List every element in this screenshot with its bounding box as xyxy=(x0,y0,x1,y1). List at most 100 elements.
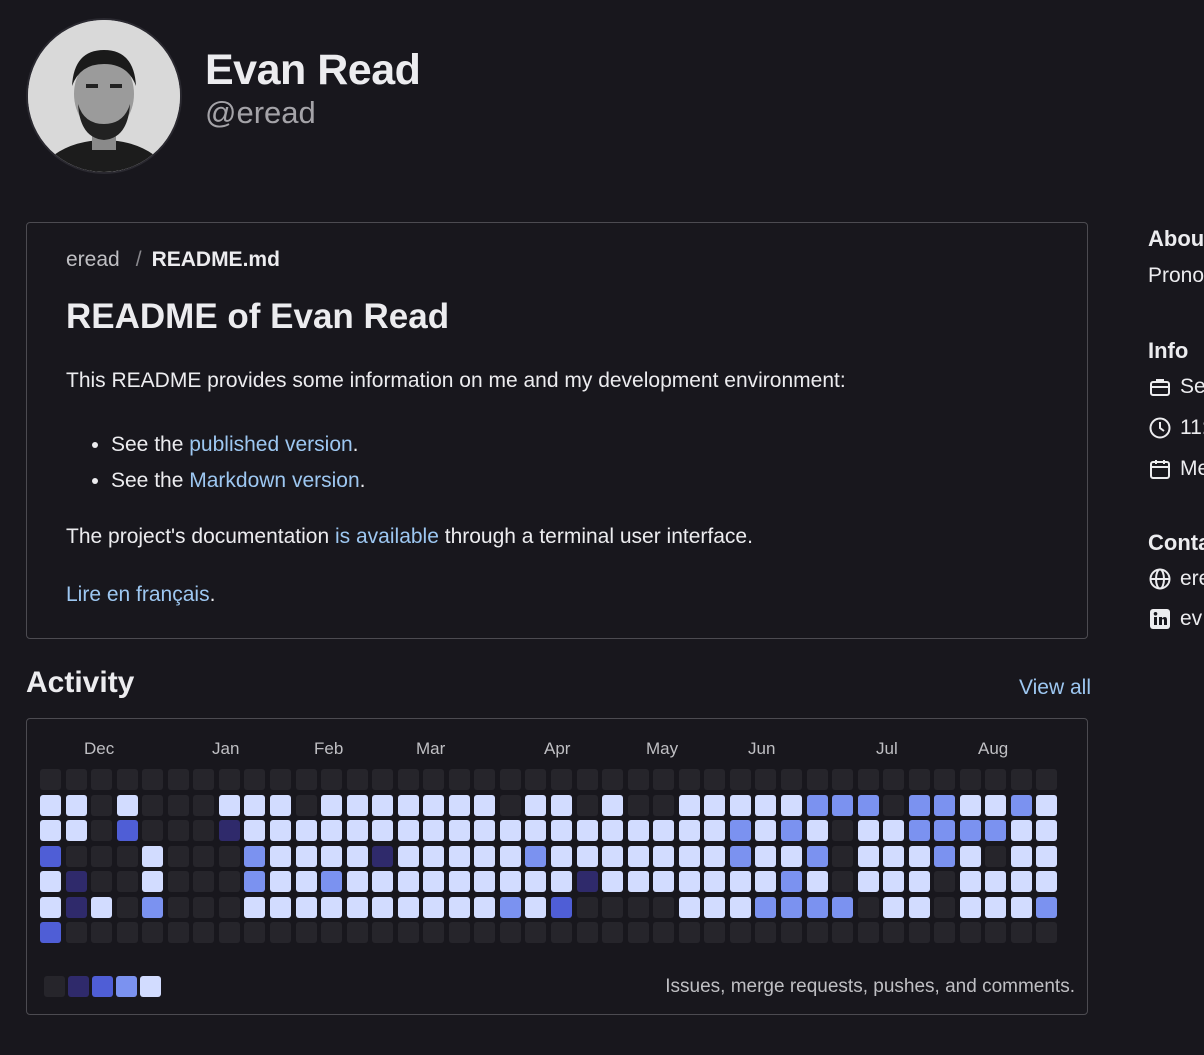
contribution-cell[interactable] xyxy=(832,769,854,790)
contribution-cell[interactable] xyxy=(985,845,1007,867)
contribution-cell[interactable] xyxy=(448,922,470,944)
contribution-cell[interactable] xyxy=(653,769,675,790)
contribution-cell[interactable] xyxy=(218,845,240,867)
contribution-cell[interactable] xyxy=(295,871,317,893)
contribution-cell[interactable] xyxy=(729,871,751,893)
contribution-cell[interactable] xyxy=(908,896,930,918)
contribution-cell[interactable] xyxy=(755,871,777,893)
contribution-cell[interactable] xyxy=(551,820,572,842)
contribution-cell[interactable] xyxy=(908,820,930,842)
contribution-cell[interactable] xyxy=(704,871,726,893)
contribution-cell[interactable] xyxy=(448,769,470,790)
contribution-cell[interactable] xyxy=(167,845,189,867)
contribution-cell[interactable] xyxy=(934,922,956,944)
contribution-cell[interactable] xyxy=(499,845,521,867)
contribution-cell[interactable] xyxy=(780,794,802,816)
contribution-cell[interactable] xyxy=(985,922,1007,944)
contribution-cell[interactable] xyxy=(806,769,828,790)
contribution-cell[interactable] xyxy=(167,769,189,790)
contribution-cell[interactable] xyxy=(193,820,215,842)
contribution-cell[interactable] xyxy=(832,871,854,893)
contribution-cell[interactable] xyxy=(474,871,496,893)
contribution-cell[interactable] xyxy=(755,922,777,944)
contribution-cell[interactable] xyxy=(142,896,164,918)
contribution-cell[interactable] xyxy=(91,845,113,867)
contribution-cell[interactable] xyxy=(372,871,394,893)
contribution-cell[interactable] xyxy=(729,769,751,790)
contribution-cell[interactable] xyxy=(678,769,700,790)
contribution-cell[interactable] xyxy=(551,871,572,893)
contribution-cell[interactable] xyxy=(1036,794,1058,816)
contribution-cell[interactable] xyxy=(806,845,828,867)
contribution-cell[interactable] xyxy=(653,845,675,867)
contribution-cell[interactable] xyxy=(346,794,368,816)
contribution-cell[interactable] xyxy=(525,896,547,918)
contribution-cell[interactable] xyxy=(576,794,598,816)
contribution-cell[interactable] xyxy=(142,871,164,893)
contribution-cell[interactable] xyxy=(934,896,956,918)
contribution-cell[interactable] xyxy=(474,845,496,867)
contribution-cell[interactable] xyxy=(959,845,981,867)
contribution-cell[interactable] xyxy=(474,896,496,918)
markdown-version-link[interactable]: Markdown version xyxy=(189,469,359,492)
contribution-cell[interactable] xyxy=(321,871,343,893)
contribution-cell[interactable] xyxy=(167,794,189,816)
contribution-cell[interactable] xyxy=(65,820,87,842)
contribution-cell[interactable] xyxy=(142,794,164,816)
contribution-cell[interactable] xyxy=(193,794,215,816)
contribution-cell[interactable] xyxy=(959,794,981,816)
contribution-cell[interactable] xyxy=(116,845,138,867)
contribution-cell[interactable] xyxy=(755,845,777,867)
contribution-cell[interactable] xyxy=(193,896,215,918)
contribution-cell[interactable] xyxy=(193,769,215,790)
contribution-cell[interactable] xyxy=(269,896,291,918)
contribution-cell[interactable] xyxy=(755,896,777,918)
contribution-cell[interactable] xyxy=(908,845,930,867)
contribution-cell[interactable] xyxy=(551,896,572,918)
contribution-cell[interactable] xyxy=(499,871,521,893)
contribution-cell[interactable] xyxy=(423,769,445,790)
contribution-cell[interactable] xyxy=(397,896,419,918)
contact-item[interactable]: ere xyxy=(1148,566,1204,592)
contribution-cell[interactable] xyxy=(423,820,445,842)
contribution-cell[interactable] xyxy=(499,820,521,842)
breadcrumb-user-link[interactable]: eread xyxy=(66,248,120,271)
contribution-cell[interactable] xyxy=(857,820,879,842)
contribution-cell[interactable] xyxy=(627,845,649,867)
contribution-cell[interactable] xyxy=(244,845,266,867)
contribution-cell[interactable] xyxy=(602,794,624,816)
contribution-cell[interactable] xyxy=(423,794,445,816)
contribution-cell[interactable] xyxy=(959,820,981,842)
contribution-cell[interactable] xyxy=(602,820,624,842)
contribution-cell[interactable] xyxy=(244,871,266,893)
contribution-cell[interactable] xyxy=(218,922,240,944)
contribution-cell[interactable] xyxy=(678,820,700,842)
contribution-cell[interactable] xyxy=(321,820,343,842)
contribution-cell[interactable] xyxy=(576,896,598,918)
contribution-cell[interactable] xyxy=(91,794,113,816)
contribution-cell[interactable] xyxy=(142,845,164,867)
contribution-cell[interactable] xyxy=(346,820,368,842)
contribution-cell[interactable] xyxy=(806,871,828,893)
contribution-cell[interactable] xyxy=(678,922,700,944)
contribution-cell[interactable] xyxy=(602,922,624,944)
contribution-cell[interactable] xyxy=(372,922,394,944)
contribution-cell[interactable] xyxy=(1036,845,1058,867)
contribution-cell[interactable] xyxy=(832,896,854,918)
contribution-cell[interactable] xyxy=(1036,871,1058,893)
contribution-cell[interactable] xyxy=(193,871,215,893)
contribution-cell[interactable] xyxy=(269,871,291,893)
contribution-cell[interactable] xyxy=(1036,896,1058,918)
contribution-cell[interactable] xyxy=(729,820,751,842)
contribution-cell[interactable] xyxy=(627,820,649,842)
contribution-cell[interactable] xyxy=(91,922,113,944)
contribution-cell[interactable] xyxy=(806,794,828,816)
contribution-cell[interactable] xyxy=(934,794,956,816)
contribution-cell[interactable] xyxy=(780,769,802,790)
contribution-cell[interactable] xyxy=(40,871,61,893)
contribution-cell[interactable] xyxy=(116,871,138,893)
contribution-cell[interactable] xyxy=(576,820,598,842)
contribution-cell[interactable] xyxy=(704,820,726,842)
contribution-cell[interactable] xyxy=(499,794,521,816)
contribution-cell[interactable] xyxy=(1010,922,1032,944)
